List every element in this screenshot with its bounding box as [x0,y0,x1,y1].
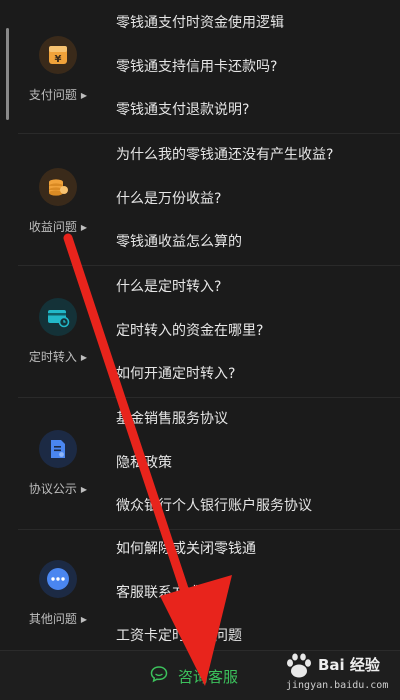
category-label: 其他问题 ▶ [28,612,88,626]
faq-item[interactable]: 定时转入的资金在哪里? [116,310,400,354]
category-earnings[interactable]: 收益问题 ▶ [18,168,98,235]
triangle-right-icon: ▶ [80,353,88,362]
section-other: 其他问题 ▶ 如何解除或关闭零钱通 客服联系方式 工资卡定时转入问题 [0,528,400,650]
coin-stack-icon [39,168,77,206]
faq-item[interactable]: 零钱通支持信用卡还款吗? [116,46,400,90]
faq-item[interactable]: 如何开通定时转入? [116,353,400,397]
consult-service-button[interactable]: 咨询客服 [150,661,238,691]
faq-item[interactable]: 零钱通支付退款说明? [116,89,400,133]
section-agreements: 协议公示 ▶ 基金销售服务协议 隐私政策 微众银行个人银行账户服务协议 [0,398,400,529]
category-label: 协议公示 ▶ [28,482,88,496]
triangle-right-icon: ▶ [80,91,88,100]
category-payment[interactable]: ¥ 支付问题 ▶ [18,36,98,103]
section-scheduled: 定时转入 ▶ 什么是定时转入? 定时转入的资金在哪里? 如何开通定时转入? [0,266,400,397]
faq-item[interactable]: 微众银行个人银行账户服务协议 [116,485,400,529]
baidu-jingyan-watermark: Bai 经验 jingyan.baidu.com [282,652,394,698]
faq-item[interactable]: 什么是定时转入? [116,266,400,310]
category-label: 收益问题 ▶ [28,220,88,234]
section-earnings: 收益问题 ▶ 为什么我的零钱通还没有产生收益? 什么是万份收益? 零钱通收益怎么算… [0,134,400,265]
watermark-url: jingyan.baidu.com [286,680,389,691]
faq-item[interactable]: 什么是万份收益? [116,178,400,222]
yuan-box-icon: ¥ [39,36,77,74]
watermark-text: Bai 经验 [318,656,380,674]
category-agreements[interactable]: 协议公示 ▶ [18,430,98,497]
consult-service-label: 咨询客服 [178,667,239,686]
faq-item[interactable]: 零钱通支付时资金使用逻辑 [116,2,400,46]
section-payment: ¥ 支付问题 ▶ 零钱通支付时资金使用逻辑 零钱通支持信用卡还款吗? 零钱通支付退… [0,2,400,133]
category-label: 定时转入 ▶ [28,350,88,364]
faq-item[interactable]: 基金销售服务协议 [116,398,400,442]
document-icon [39,430,77,468]
triangle-right-icon: ▶ [80,615,88,624]
triangle-right-icon: ▶ [80,223,88,232]
faq-item[interactable]: 客服联系方式 [116,572,400,616]
faq-item[interactable]: 如何解除或关闭零钱通 [116,528,400,572]
triangle-right-icon: ▶ [80,485,88,494]
chat-bubble-icon [150,665,168,687]
faq-item[interactable]: 隐私政策 [116,442,400,486]
category-other[interactable]: 其他问题 ▶ [18,560,98,627]
category-scheduled[interactable]: 定时转入 ▶ [18,298,98,365]
faq-sections: ¥ 支付问题 ▶ 零钱通支付时资金使用逻辑 零钱通支持信用卡还款吗? 零钱通支付退… [0,0,400,650]
card-clock-icon [39,298,77,336]
more-dots-icon [39,560,77,598]
category-label: 支付问题 ▶ [28,88,88,102]
svg-text:¥: ¥ [55,54,62,65]
faq-item[interactable]: 零钱通收益怎么算的 [116,221,400,265]
paw-logo-icon [287,653,311,678]
faq-item[interactable]: 为什么我的零钱通还没有产生收益? [116,134,400,178]
